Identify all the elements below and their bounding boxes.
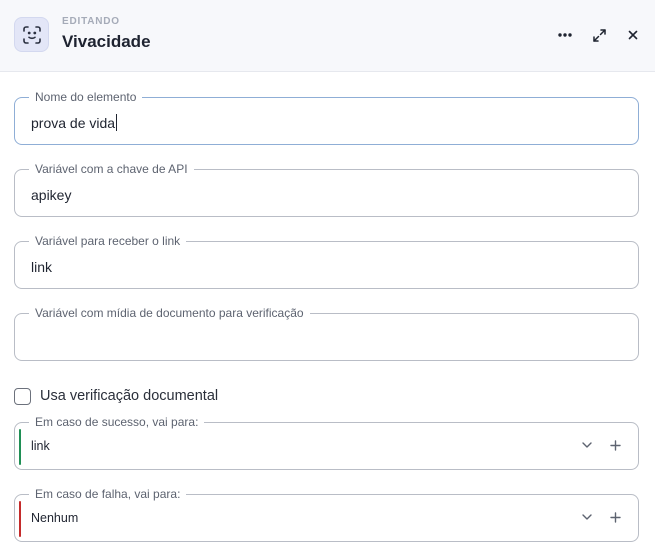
document-verification-label[interactable]: Usa verificação documental <box>40 388 218 404</box>
element-name-field[interactable]: Nome do elemento prova de vida <box>14 90 639 145</box>
failure-accent-bar <box>19 501 21 537</box>
link-variable-field[interactable]: Variável para receber o link link <box>14 234 639 289</box>
header-subtitle: EDITANDO <box>62 16 120 27</box>
link-variable-label: Variável para receber o link <box>29 234 187 248</box>
api-key-variable-label: Variável com a chave de API <box>29 162 194 176</box>
more-options-button[interactable] <box>555 26 575 44</box>
element-name-value[interactable]: prova de vida <box>31 114 118 132</box>
face-scan-icon <box>14 17 49 52</box>
panel-header: EDITANDO Vivacidade <box>0 0 655 72</box>
more-icon <box>558 33 572 37</box>
close-button[interactable] <box>623 26 643 44</box>
expand-button[interactable] <box>589 26 609 44</box>
element-name-label: Nome do elemento <box>29 90 143 104</box>
success-route-add-button[interactable] <box>607 437 623 453</box>
document-verification-checkbox[interactable] <box>14 387 31 405</box>
api-key-variable-value[interactable]: apikey <box>31 186 71 204</box>
failure-route-select[interactable]: Em caso de falha, vai para: Nenhum <box>14 487 639 542</box>
link-variable-value[interactable]: link <box>31 258 52 276</box>
success-route-label: Em caso de sucesso, vai para: <box>29 415 205 429</box>
api-key-variable-field[interactable]: Variável com a chave de API apikey <box>14 162 639 217</box>
success-route-dropdown-button[interactable] <box>579 437 595 453</box>
failure-route-add-button[interactable] <box>607 509 623 525</box>
success-accent-bar <box>19 429 21 465</box>
failure-route-dropdown-button[interactable] <box>579 509 595 525</box>
plus-icon <box>609 511 621 523</box>
success-route-value[interactable]: link <box>31 437 50 455</box>
header-title: Vivacidade <box>62 32 151 51</box>
document-verification-option[interactable]: Usa verificação documental <box>14 387 218 405</box>
expand-icon <box>592 28 606 42</box>
failure-route-label: Em caso de falha, vai para: <box>29 487 187 501</box>
chevron-down-icon <box>582 514 592 520</box>
close-icon <box>628 30 638 40</box>
chevron-down-icon <box>582 442 592 448</box>
failure-route-value[interactable]: Nenhum <box>31 509 78 527</box>
document-media-variable-label: Variável com mídia de documento para ver… <box>29 306 310 320</box>
text-caret <box>116 114 118 131</box>
plus-icon <box>609 439 621 451</box>
document-media-variable-field[interactable]: Variável com mídia de documento para ver… <box>14 306 639 361</box>
success-route-select[interactable]: Em caso de sucesso, vai para: link <box>14 415 639 470</box>
